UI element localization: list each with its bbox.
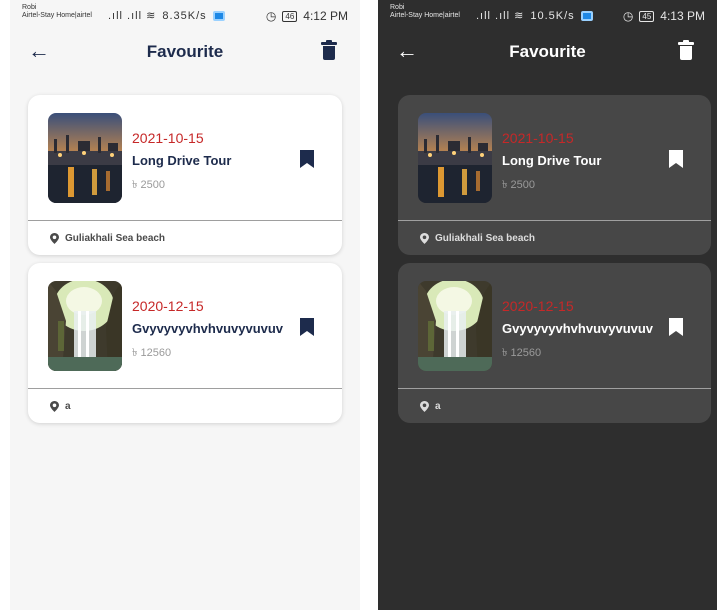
carrier-name: Robi [390, 4, 405, 11]
favourite-card[interactable]: 2020-12-15 Gvyvyvyvhvhvuvyvuvuv ৳ 12560 … [398, 263, 711, 423]
trip-price: ৳ 2500 [502, 179, 536, 191]
favourite-card[interactable]: 2021-10-15 Long Drive Tour ৳ 2500 Guliak… [398, 95, 711, 255]
signal-group: .ıll .ıll ≋ 10.5K/s [476, 9, 593, 22]
bookmark-icon[interactable] [669, 150, 683, 168]
bookmark-icon[interactable] [669, 318, 683, 336]
status-bar: Robi Airtel-Stay Home|airtel .ıll .ıll ≋… [378, 0, 717, 30]
favourite-card[interactable]: 2021-10-15 Long Drive Tour ৳ 2500 Guliak… [28, 95, 342, 255]
trip-price: ৳ 2500 [132, 179, 166, 191]
signal-icon: .ıll .ıll ≋ [476, 10, 525, 22]
harbor-sunset-thumbnail [418, 113, 492, 203]
trip-name: Gvyvyvyvhvhvuvyvuvuv [132, 321, 284, 336]
status-right: ◷ 46 4:12 PM [266, 9, 348, 23]
trip-location: Guliakhali Sea beach [50, 233, 165, 244]
status-right: ◷ 45 4:13 PM [623, 9, 705, 23]
app-screenshot-pair: Robi Airtel-Stay Home|airtel .ıll .ıll ≋… [0, 0, 717, 610]
card-divider [28, 220, 342, 221]
carrier-name-secondary: Airtel-Stay Home|airtel [22, 12, 92, 19]
location-pin-icon [50, 233, 59, 244]
trip-name: Gvyvyvyvhvhvuvyvuvuv [502, 321, 654, 336]
location-pin-icon [420, 233, 429, 244]
carrier-label: Robi Airtel-Stay Home|airtel [390, 4, 460, 20]
status-bar: Robi Airtel-Stay Home|airtel .ıll .ıll ≋… [10, 0, 360, 30]
app-header: ← Favourite [10, 36, 360, 68]
data-saver-icon [580, 10, 593, 21]
waterfall-cave-thumbnail [418, 281, 492, 371]
network-speed: 8.35K/s [162, 9, 207, 22]
card-divider [398, 388, 711, 389]
carrier-label: Robi Airtel-Stay Home|airtel [22, 4, 92, 20]
page-title: Favourite [509, 42, 586, 61]
location-label: a [65, 401, 71, 412]
trip-name: Long Drive Tour [132, 153, 232, 168]
favourite-screen-light: Robi Airtel-Stay Home|airtel .ıll .ıll ≋… [10, 0, 360, 610]
location-pin-icon [420, 401, 429, 412]
clock: 4:13 PM [660, 9, 705, 23]
location-label: Guliakhali Sea beach [65, 233, 166, 244]
trash-icon[interactable] [678, 40, 694, 62]
trip-location: a [50, 401, 71, 412]
card-body: 2020-12-15 Gvyvyvyvhvhvuvyvuvuv ৳ 12560 [398, 263, 711, 388]
signal-icon: .ıll .ıll ≋ [108, 10, 157, 22]
location-label: Guliakhali Sea beach [435, 233, 536, 244]
app-header: ← Favourite [378, 36, 717, 68]
card-body: 2021-10-15 Long Drive Tour ৳ 2500 [398, 95, 711, 220]
card-divider [398, 220, 711, 221]
battery-icon: 45 [639, 10, 655, 22]
trip-date: 2021-10-15 [132, 130, 204, 146]
card-body: 2020-12-15 Gvyvyvyvhvhvuvyvuvuv ৳ 12560 [28, 263, 342, 388]
data-saver-icon [212, 10, 225, 21]
bookmark-icon[interactable] [300, 150, 314, 168]
trip-location: a [420, 401, 441, 412]
favourite-screen-dark: Robi Airtel-Stay Home|airtel .ıll .ıll ≋… [378, 0, 717, 610]
alarm-icon: ◷ [265, 9, 277, 23]
card-body: 2021-10-15 Long Drive Tour ৳ 2500 [28, 95, 342, 220]
card-divider [28, 388, 342, 389]
trip-price: ৳ 12560 [502, 347, 542, 359]
signal-group: .ıll .ıll ≋ 8.35K/s [108, 9, 225, 22]
harbor-sunset-thumbnail [48, 113, 122, 203]
clock: 4:12 PM [303, 9, 348, 23]
network-speed: 10.5K/s [530, 9, 575, 22]
page-title: Favourite [146, 42, 224, 61]
bookmark-icon[interactable] [300, 318, 314, 336]
carrier-name: Robi [22, 4, 37, 11]
carrier-name-secondary: Airtel-Stay Home|airtel [390, 12, 460, 19]
location-label: a [435, 401, 441, 412]
trash-icon[interactable] [321, 40, 337, 62]
trip-location: Guliakhali Sea beach [420, 233, 535, 244]
alarm-icon: ◷ [622, 9, 634, 23]
location-pin-icon [50, 401, 59, 412]
trip-date: 2020-12-15 [132, 298, 204, 314]
trip-price: ৳ 12560 [132, 347, 172, 359]
trip-name: Long Drive Tour [502, 153, 602, 168]
favourite-card[interactable]: 2020-12-15 Gvyvyvyvhvhvuvyvuvuv ৳ 12560 … [28, 263, 342, 423]
battery-icon: 46 [282, 10, 298, 22]
trip-date: 2020-12-15 [502, 298, 574, 314]
waterfall-cave-thumbnail [48, 281, 122, 371]
trip-date: 2021-10-15 [502, 130, 574, 146]
